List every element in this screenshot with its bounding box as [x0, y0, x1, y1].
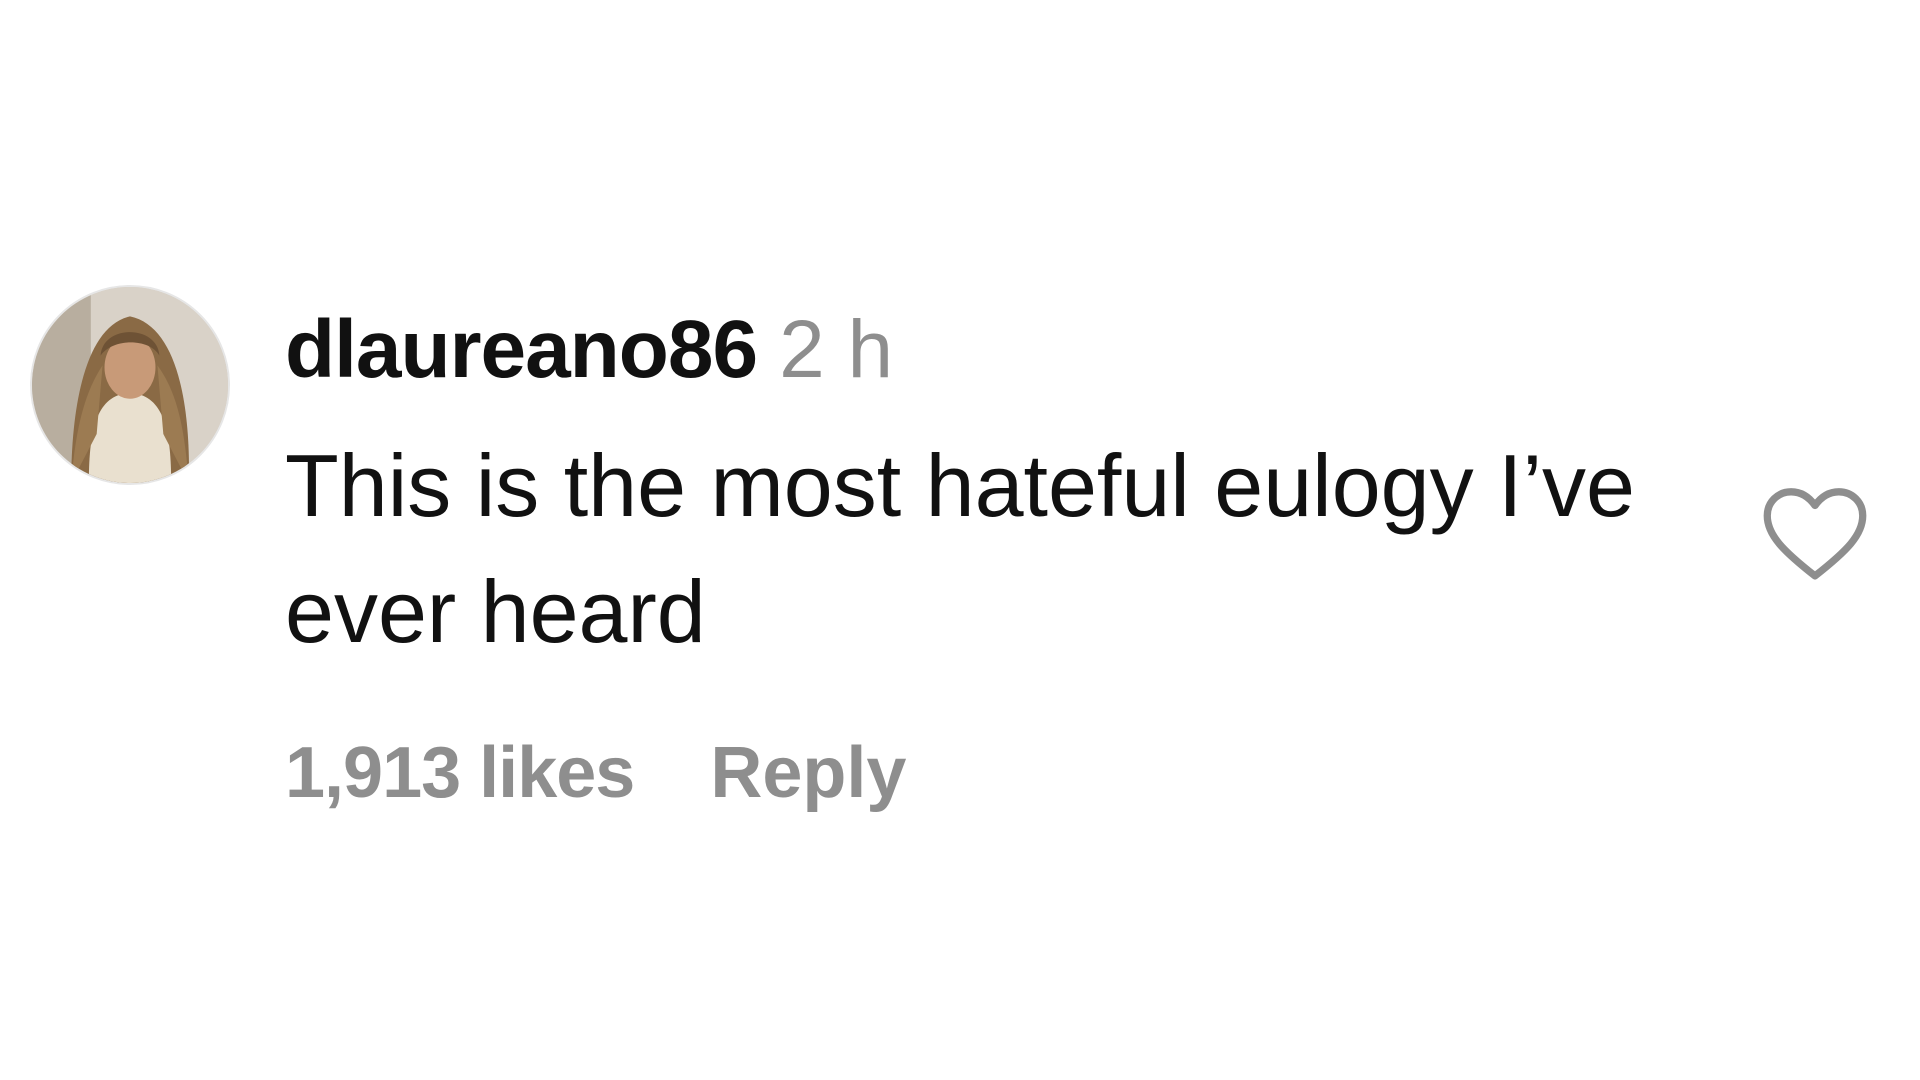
- comment: dlaureano86 2 h This is the most hateful …: [30, 285, 1890, 813]
- comment-time[interactable]: 2 h: [779, 304, 893, 395]
- avatar-photo: [32, 287, 228, 483]
- reply-button[interactable]: Reply: [710, 733, 906, 813]
- likes-count[interactable]: 1,913 likes: [285, 733, 635, 813]
- avatar[interactable]: [30, 285, 230, 485]
- comment-text: This is the most hateful eulogy I’ve eve…: [285, 436, 1635, 661]
- comment-header: dlaureano86 2 h: [285, 305, 1685, 395]
- comment-body: dlaureano86 2 h This is the most hateful …: [285, 305, 1685, 814]
- comment-actions: 1,913 likes Reply: [285, 733, 1685, 813]
- username[interactable]: dlaureano86: [285, 304, 758, 395]
- heart-outline-icon: [1763, 488, 1867, 580]
- like-button[interactable]: [1760, 485, 1870, 585]
